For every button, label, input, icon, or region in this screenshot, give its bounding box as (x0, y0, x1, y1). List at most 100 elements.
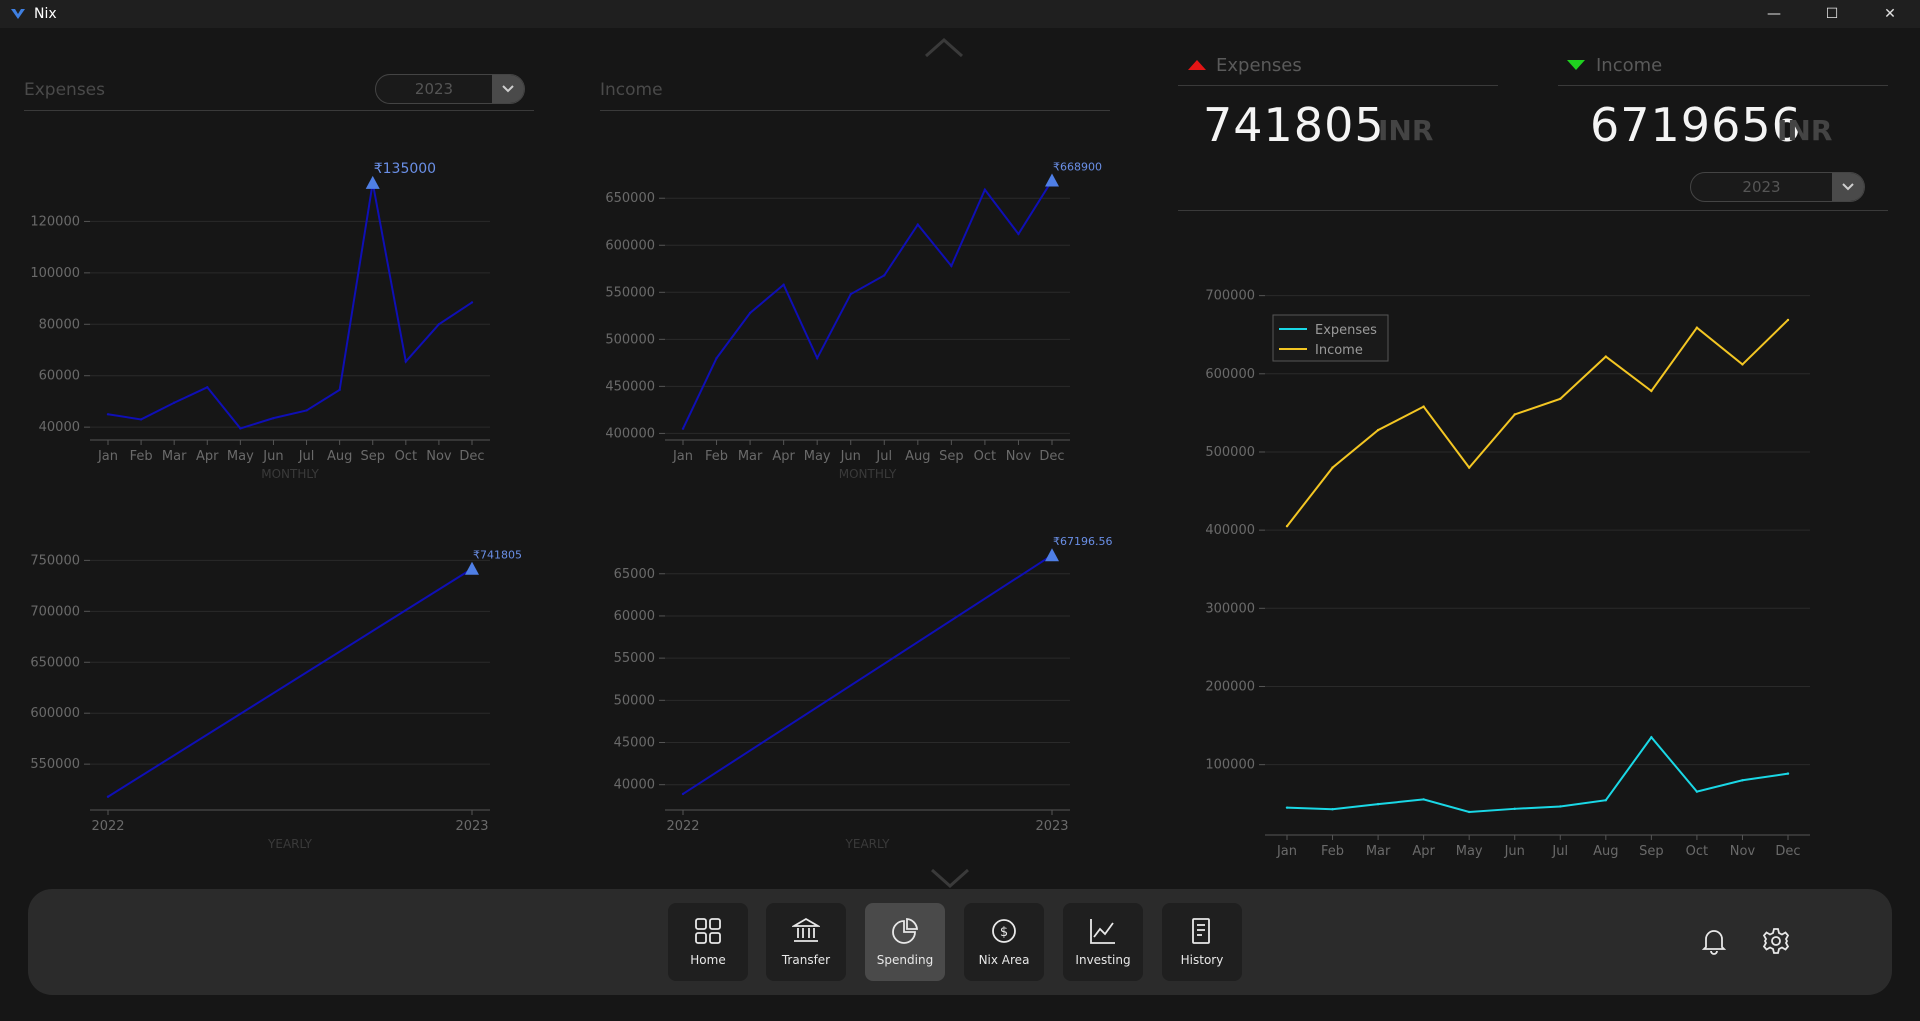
income-panel-header: Income (600, 80, 1110, 111)
y-tick-label: 65000 (614, 567, 655, 582)
data-point (1513, 413, 1516, 416)
x-tick-label: Mar (1366, 844, 1391, 859)
x-tick-label: 2022 (91, 819, 124, 834)
peak-marker-icon (365, 175, 380, 189)
data-point (681, 427, 685, 430)
peak-marker-icon (1045, 173, 1059, 187)
maximize-button[interactable]: ☐ (1803, 0, 1861, 28)
data-point (1604, 355, 1608, 358)
data-point (1331, 466, 1334, 469)
x-tick-label: Dec (1039, 449, 1064, 464)
dollar-exchange-icon: $ (992, 919, 1016, 943)
series-line-value (682, 179, 1053, 430)
x-tick-label: Feb (1321, 844, 1344, 859)
nav-home-button[interactable]: Home (668, 903, 748, 981)
y-tick-label: 55000 (614, 651, 655, 666)
data-point (1741, 779, 1744, 782)
data-point (1650, 389, 1653, 393)
expenses-year-select[interactable]: 2023 (375, 74, 525, 104)
x-tick-label: Nov (426, 449, 452, 464)
data-point (748, 311, 752, 315)
nav-history-button[interactable]: History (1162, 903, 1242, 981)
y-tick-label: 650000 (30, 655, 80, 670)
y-tick-label: 550000 (605, 285, 655, 300)
peak-value-label: ₹741805 (473, 549, 522, 562)
nav-nix-area-label: Nix Area (978, 953, 1030, 967)
peak-value-label: ₹668900 (1053, 160, 1102, 173)
data-point (1559, 805, 1562, 808)
income-down-arrow-icon (1567, 60, 1585, 70)
x-tick-label: 2023 (1035, 819, 1068, 834)
income-yearly-chart: 40000 45000 50000 55000 60000 65000 2022 2023 YE… (614, 535, 1113, 851)
data-point (404, 360, 408, 363)
close-button[interactable]: ✕ (1861, 0, 1919, 28)
divider (1178, 210, 1888, 211)
chevron-down-icon[interactable] (930, 868, 970, 888)
y-tick-label: 500000 (1205, 445, 1255, 460)
y-tick-label: 750000 (30, 553, 80, 568)
y-tick-label: 100000 (1205, 758, 1255, 773)
data-point (1786, 318, 1790, 322)
data-point (950, 264, 953, 268)
expenses-up-arrow-icon (1188, 60, 1206, 70)
data-point (1467, 466, 1471, 469)
data-point (782, 283, 785, 286)
app-title: Nix (34, 6, 57, 22)
summary-income-label: Income (1596, 55, 1663, 76)
data-point (715, 356, 718, 360)
peak-value-label: ₹67196.56 (1053, 535, 1113, 548)
data-point (338, 388, 341, 392)
data-point (1513, 807, 1516, 811)
data-point (1376, 428, 1380, 432)
y-tick-label: 550000 (30, 757, 80, 772)
data-point (206, 386, 209, 389)
y-tick-label: 50000 (614, 693, 655, 708)
summary-year-select[interactable]: 2023 (1690, 172, 1865, 202)
x-tick-label: Mar (738, 449, 763, 464)
y-tick-label: 40000 (39, 420, 80, 435)
nav-nix-area-button[interactable]: $ Nix Area (964, 903, 1044, 981)
data-point (883, 274, 886, 277)
peak-marker-icon (1045, 548, 1059, 562)
y-tick-label: 120000 (30, 214, 80, 229)
series-line-value (107, 567, 473, 798)
nav-spending-button[interactable]: Spending (865, 903, 945, 981)
summary-expenses-value: 741805 (1203, 98, 1385, 152)
x-tick-label: Apr (772, 449, 795, 464)
data-point (1559, 397, 1562, 401)
x-tick-label: Aug (1593, 844, 1618, 859)
y-tick-label: 200000 (1205, 679, 1255, 694)
data-point (1376, 802, 1380, 806)
y-tick-label: 60000 (39, 369, 80, 384)
data-point (1331, 808, 1334, 811)
bank-icon (792, 917, 820, 942)
y-tick-label: 400000 (605, 426, 655, 441)
y-tick-label: 500000 (605, 332, 655, 347)
data-point (983, 188, 987, 191)
data-point (1695, 326, 1699, 329)
nav-investing-button[interactable]: Investing (1063, 903, 1143, 981)
svg-text:$: $ (1000, 925, 1008, 940)
summary-year-value: 2023 (1742, 178, 1781, 196)
series-line-expenses (1286, 735, 1789, 813)
receipt-icon (1192, 918, 1210, 944)
nav-transfer-button[interactable]: Transfer (766, 903, 846, 981)
bell-icon[interactable] (1701, 927, 1727, 955)
x-tick-label: Jun (262, 449, 283, 464)
nav-transfer-label: Transfer (781, 953, 831, 967)
chevron-down-icon[interactable] (1832, 173, 1864, 201)
y-tick-label: 100000 (30, 266, 80, 281)
x-tick-label: Aug (905, 449, 930, 464)
x-axis-label: MONTHLY (261, 467, 319, 481)
x-tick-label: Jan (672, 449, 693, 464)
chevron-down-icon[interactable] (492, 75, 524, 103)
minimize-button[interactable]: — (1745, 0, 1803, 28)
chevron-up-icon[interactable] (924, 38, 964, 58)
y-tick-label: 700000 (1205, 289, 1255, 304)
x-tick-label: Mar (162, 449, 187, 464)
data-point (681, 792, 685, 796)
y-tick-label: 40000 (614, 778, 655, 793)
x-tick-label: Oct (395, 449, 417, 464)
gear-icon[interactable] (1762, 927, 1790, 955)
legend-label: Income (1315, 343, 1363, 358)
